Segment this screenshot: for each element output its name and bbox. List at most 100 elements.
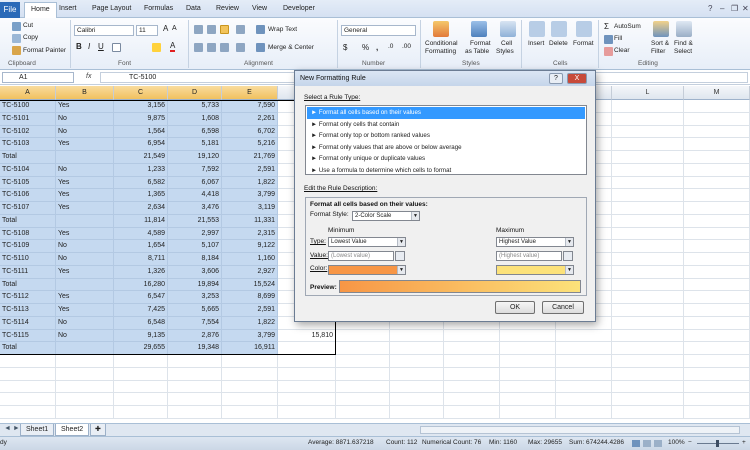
cell-b[interactable]: No (56, 329, 114, 343)
empty-cell[interactable] (612, 189, 684, 202)
cell-d[interactable]: 3,476 (168, 202, 222, 215)
empty-cell[interactable] (612, 367, 684, 381)
cell-a[interactable]: TC-5112 (0, 291, 56, 304)
tab-home[interactable]: Home (24, 2, 57, 19)
empty-cell[interactable] (684, 151, 750, 164)
cell-e[interactable]: 2,591 (222, 304, 278, 317)
empty-cell[interactable] (500, 367, 556, 381)
underline-icon[interactable]: U (98, 42, 104, 51)
cell-b[interactable]: Yes (56, 202, 114, 215)
wrap-text-button[interactable]: Wrap Text (268, 26, 297, 33)
indent-icon[interactable] (236, 43, 245, 52)
cell-b[interactable]: Yes (56, 100, 114, 113)
minimize-icon[interactable]: – (720, 4, 724, 13)
empty-cell[interactable] (684, 355, 750, 368)
empty-cell[interactable] (500, 329, 556, 343)
cell-a[interactable]: TC-5108 (0, 227, 56, 241)
empty-cell[interactable] (336, 329, 390, 343)
cell-e[interactable]: 8,699 (222, 291, 278, 304)
cell-b[interactable] (56, 214, 114, 228)
cell-c[interactable]: 16,280 (114, 278, 168, 292)
empty-cell[interactable] (684, 189, 750, 202)
cell-b[interactable]: Yes (56, 138, 114, 151)
range-picker-icon[interactable] (563, 251, 573, 261)
italic-icon[interactable]: I (88, 42, 90, 51)
cell-b[interactable]: Yes (56, 304, 114, 317)
minimum-color-picker[interactable]: ▼ (328, 265, 406, 275)
tab-developer[interactable]: Developer (283, 5, 315, 12)
empty-cell[interactable] (390, 367, 444, 381)
empty-cell[interactable] (168, 380, 222, 394)
empty-cell[interactable] (612, 355, 684, 368)
cell-a[interactable]: TC-5113 (0, 304, 56, 317)
empty-cell[interactable] (684, 100, 750, 113)
font-color-icon[interactable]: A (170, 41, 176, 52)
empty-cell[interactable] (612, 138, 684, 151)
column-header-l[interactable]: L (612, 86, 684, 100)
empty-cell[interactable] (0, 380, 56, 394)
empty-cell[interactable] (612, 176, 684, 190)
empty-cell[interactable] (612, 112, 684, 126)
empty-cell[interactable] (556, 355, 612, 368)
cell-a[interactable]: TC-5110 (0, 253, 56, 266)
align-left-icon[interactable] (194, 43, 203, 52)
cell-d[interactable]: 19,348 (168, 342, 222, 355)
currency-icon[interactable]: $ (343, 43, 347, 52)
cell-d[interactable]: 19,894 (168, 278, 222, 292)
empty-cell[interactable] (278, 367, 336, 381)
format-painter-button[interactable]: Format Painter (23, 47, 66, 54)
cell-d[interactable]: 7,592 (168, 163, 222, 177)
page-break-view-icon[interactable] (654, 440, 662, 447)
fx-icon[interactable]: fx (86, 73, 91, 80)
format-as-table-button[interactable]: Format (470, 40, 491, 47)
cell-b[interactable]: No (56, 253, 114, 266)
empty-cell[interactable] (390, 393, 444, 406)
cell-e[interactable]: 5,216 (222, 138, 278, 151)
column-header-c[interactable]: C (114, 86, 168, 100)
maximum-type-select[interactable]: Highest Value ▼ (496, 237, 574, 247)
copy-button[interactable]: Copy (23, 34, 38, 41)
empty-cell[interactable] (684, 125, 750, 139)
zoom-in-icon[interactable]: + (742, 439, 746, 446)
tab-review[interactable]: Review (216, 5, 239, 12)
clear-button[interactable]: Clear (614, 47, 630, 54)
empty-cell[interactable] (684, 278, 750, 292)
empty-cell[interactable] (444, 406, 500, 419)
empty-cell[interactable] (612, 316, 684, 330)
tab-insert[interactable]: Insert (59, 5, 77, 12)
empty-cell[interactable] (612, 240, 684, 253)
ok-button[interactable]: OK (495, 301, 535, 314)
rule-type-item[interactable]: ► Format only top or bottom ranked value… (307, 130, 585, 142)
empty-cell[interactable] (444, 380, 500, 394)
empty-cell[interactable] (684, 227, 750, 241)
cell-b[interactable]: Yes (56, 265, 114, 279)
empty-cell[interactable] (278, 380, 336, 394)
horizontal-scrollbar[interactable] (420, 426, 740, 434)
page-layout-view-icon[interactable] (643, 440, 651, 447)
empty-cell[interactable] (612, 214, 684, 228)
empty-cell[interactable] (684, 367, 750, 381)
empty-cell[interactable] (168, 393, 222, 406)
cell-b[interactable] (56, 151, 114, 164)
cell-b[interactable]: No (56, 112, 114, 126)
cell-c[interactable]: 8,711 (114, 253, 168, 266)
empty-cell[interactable] (684, 214, 750, 228)
cell-d[interactable]: 3,253 (168, 291, 222, 304)
zoom-slider-thumb[interactable] (716, 440, 719, 447)
rule-type-item[interactable]: ► Use a formula to determine which cells… (307, 165, 585, 177)
shrink-font-icon[interactable]: A (172, 25, 177, 32)
empty-cell[interactable] (0, 393, 56, 406)
rule-type-item[interactable]: ► Format only unique or duplicate values (307, 153, 585, 165)
cell-e[interactable]: 3,119 (222, 202, 278, 215)
cell-d[interactable]: 5,181 (168, 138, 222, 151)
empty-cell[interactable] (390, 342, 444, 355)
font-size-combo[interactable]: 11 (136, 25, 158, 36)
empty-cell[interactable] (56, 367, 114, 381)
minimum-value-input[interactable]: (Lowest value) (328, 251, 394, 261)
empty-cell[interactable] (556, 406, 612, 419)
empty-cell[interactable] (612, 125, 684, 139)
cell-c[interactable]: 3,156 (114, 100, 168, 113)
align-top-icon[interactable] (194, 25, 203, 34)
empty-cell[interactable] (114, 393, 168, 406)
empty-cell[interactable] (612, 265, 684, 279)
